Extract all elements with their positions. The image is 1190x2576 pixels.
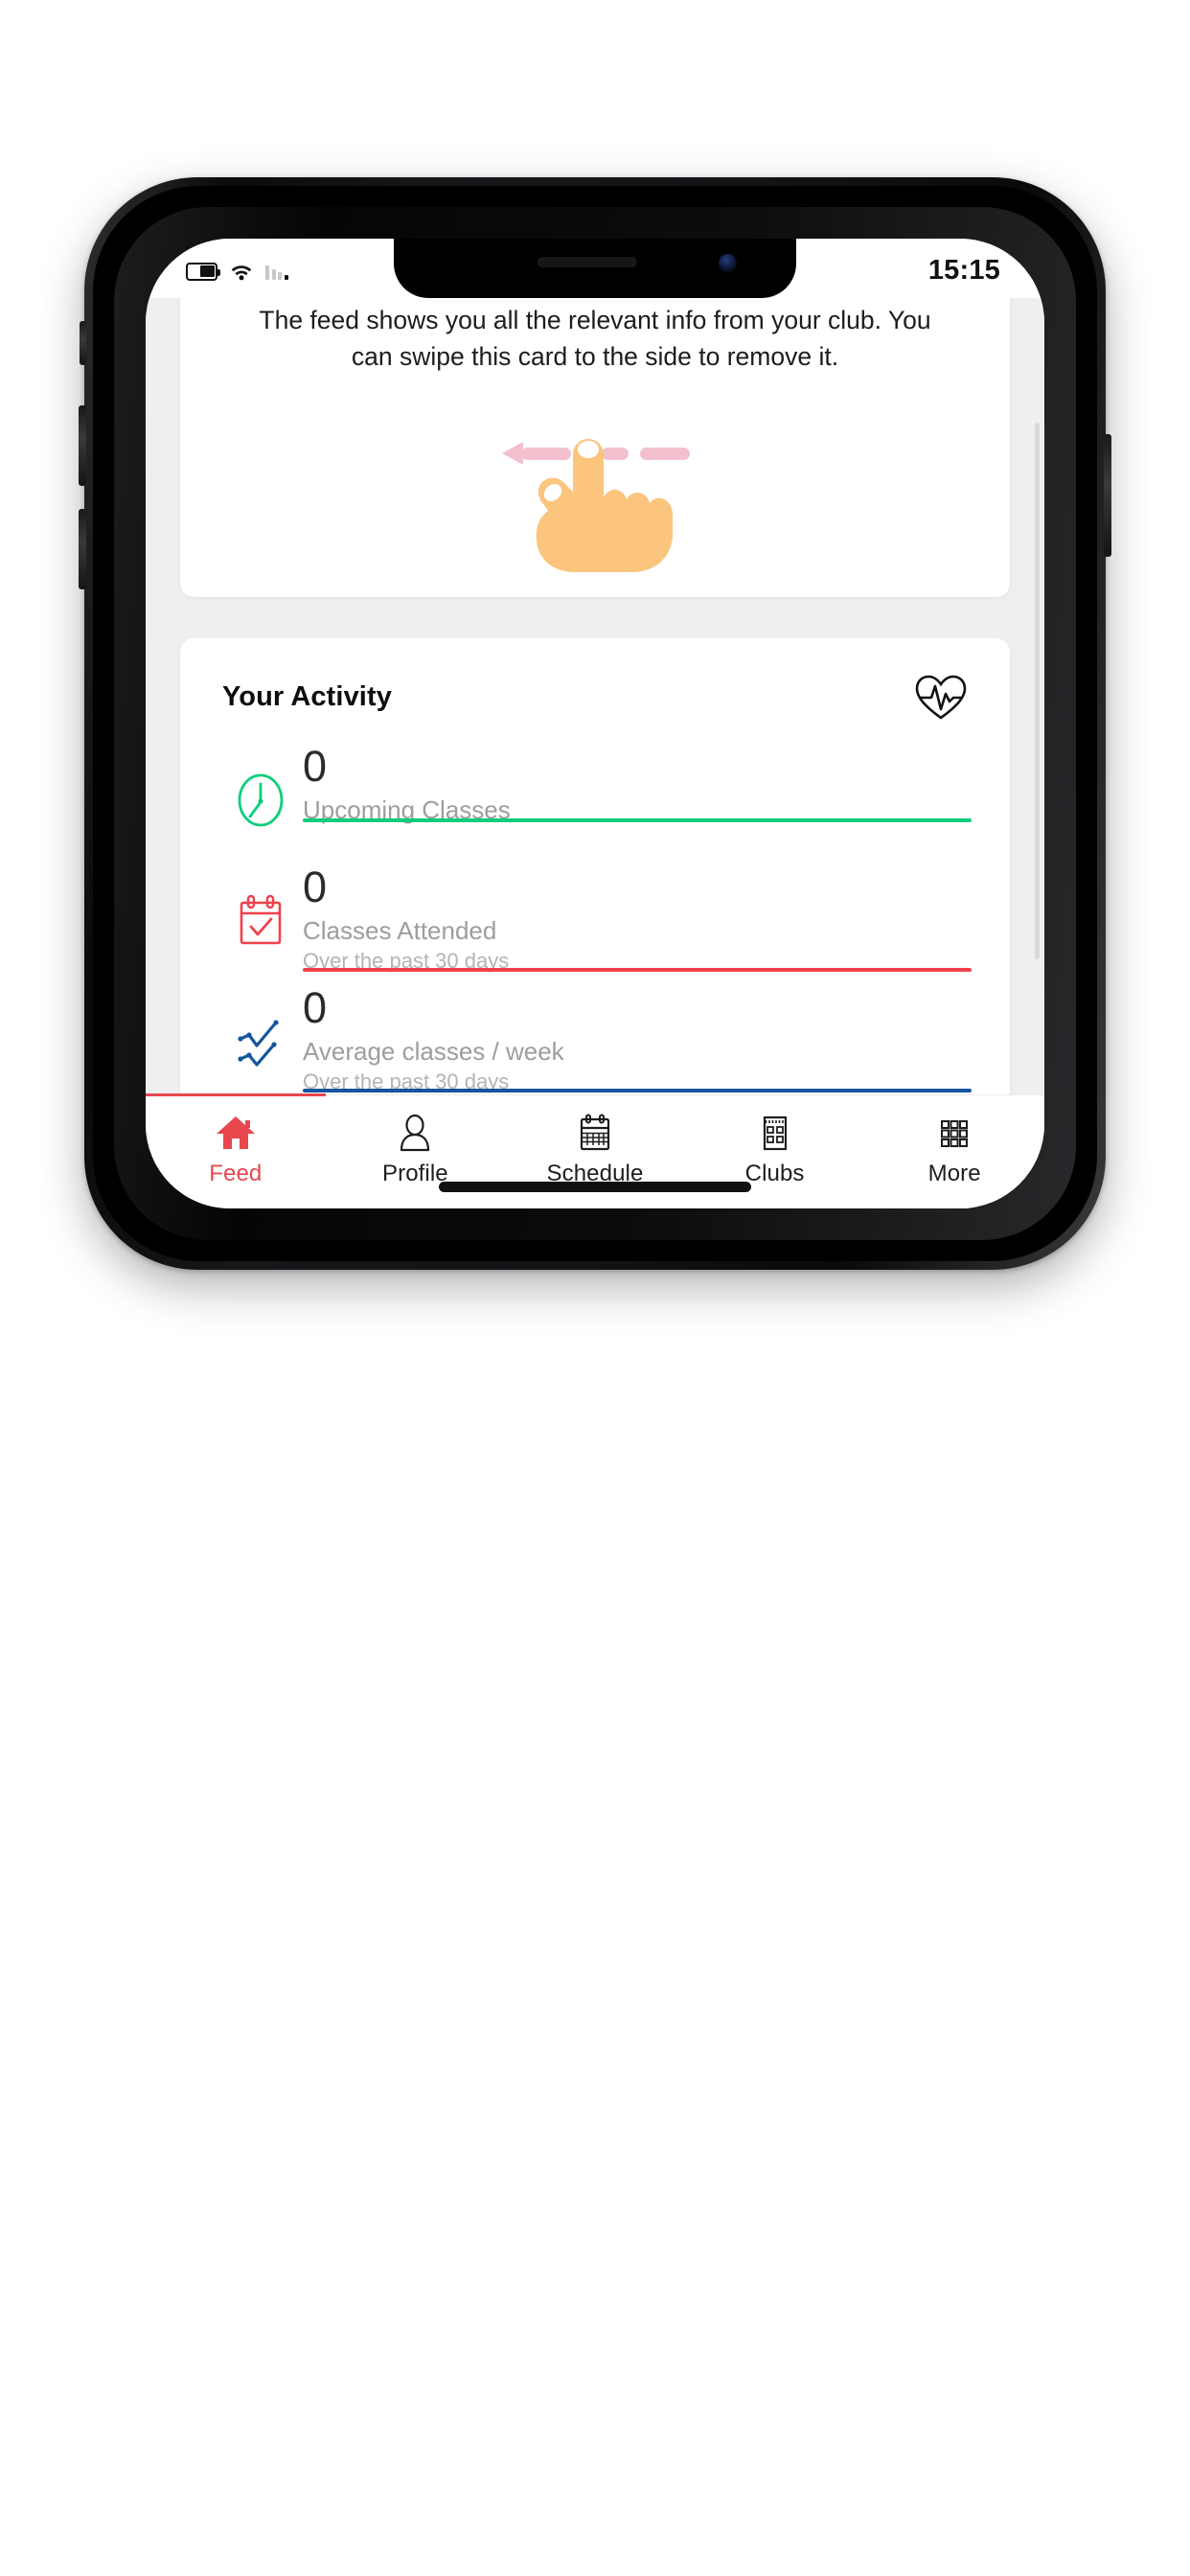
phone-device-frame: 15:15 The feed shows you all the relevan… <box>79 177 1111 1270</box>
battery-icon <box>186 262 220 281</box>
tab-label: Clubs <box>744 1161 805 1186</box>
volume-down-button[interactable] <box>79 509 86 589</box>
activity-card-header: Your Activity <box>180 638 1010 721</box>
tab-feed[interactable]: Feed <box>146 1093 326 1208</box>
status-bar-left <box>186 257 288 281</box>
stat-row-classes-attended: 0 Classes Attended Over the past 30 days <box>218 861 972 981</box>
active-tab-indicator <box>146 1093 326 1096</box>
stat-underline <box>303 968 972 972</box>
silent-switch[interactable] <box>80 321 86 365</box>
power-button[interactable] <box>1104 434 1111 557</box>
stat-content-upcoming-classes: 0 Upcoming Classes <box>303 740 972 826</box>
clock-icon <box>218 740 303 861</box>
feed-tip-card[interactable]: The feed shows you all the relevant info… <box>180 298 1010 597</box>
app-content: The feed shows you all the relevant info… <box>146 298 1044 1208</box>
activity-card-title: Your Activity <box>222 680 392 712</box>
stat-underline <box>303 818 972 822</box>
stat-row-upcoming-classes: 0 Upcoming Classes <box>218 740 972 861</box>
calendar-icon <box>574 1111 616 1155</box>
person-icon <box>394 1111 436 1155</box>
wifi-icon <box>230 263 253 281</box>
tab-more[interactable]: More <box>864 1095 1044 1208</box>
phone-screen: 15:15 The feed shows you all the relevan… <box>146 239 1044 1208</box>
your-activity-card: Your Activity 0 Upcoming Classes 0 Class… <box>180 638 1010 1095</box>
phone-frame-inner: 15:15 The feed shows you all the relevan… <box>93 186 1097 1261</box>
tab-label: More <box>927 1161 981 1186</box>
activity-stat-list: 0 Upcoming Classes 0 Classes Attended Ov… <box>180 721 1010 1095</box>
stat-label: Classes Attended <box>303 916 497 945</box>
feed-scroll-area[interactable]: The feed shows you all the relevant info… <box>146 298 1044 1095</box>
stat-content-average-classes-per-week: 0 Average classes / week Over the past 3… <box>303 981 972 1095</box>
line-chart-icon <box>218 981 303 1095</box>
home-indicator[interactable] <box>439 1182 751 1192</box>
tip-card-text: The feed shows you all the relevant info… <box>259 306 931 371</box>
stat-content-classes-attended: 0 Classes Attended Over the past 30 days <box>303 861 972 976</box>
stat-label: Average classes / week <box>303 1037 564 1066</box>
stat-value: 0 <box>303 862 328 911</box>
signal-bars-icon <box>265 263 288 280</box>
stat-value: 0 <box>303 742 328 791</box>
heart-pulse-icon <box>914 673 968 721</box>
stat-underline <box>303 1089 972 1092</box>
building-icon <box>754 1111 796 1155</box>
grid-menu-icon <box>933 1111 975 1155</box>
device-notch <box>394 239 796 298</box>
stat-value: 0 <box>303 983 328 1032</box>
tab-label: Feed <box>209 1161 263 1186</box>
phone-bezel: 15:15 The feed shows you all the relevan… <box>114 207 1076 1240</box>
earpiece-speaker <box>537 257 637 267</box>
tab-label: Profile <box>382 1161 448 1186</box>
stat-row-average-classes-per-week: 0 Average classes / week Over the past 3… <box>218 981 972 1095</box>
home-icon <box>215 1111 257 1155</box>
volume-up-button[interactable] <box>79 405 86 486</box>
status-bar-clock: 15:15 <box>927 255 1000 286</box>
calendar-check-icon <box>218 861 303 981</box>
vertical-scrollbar[interactable] <box>1035 423 1040 959</box>
front-camera <box>719 254 737 272</box>
swipe-left-hand-icon <box>485 426 705 580</box>
